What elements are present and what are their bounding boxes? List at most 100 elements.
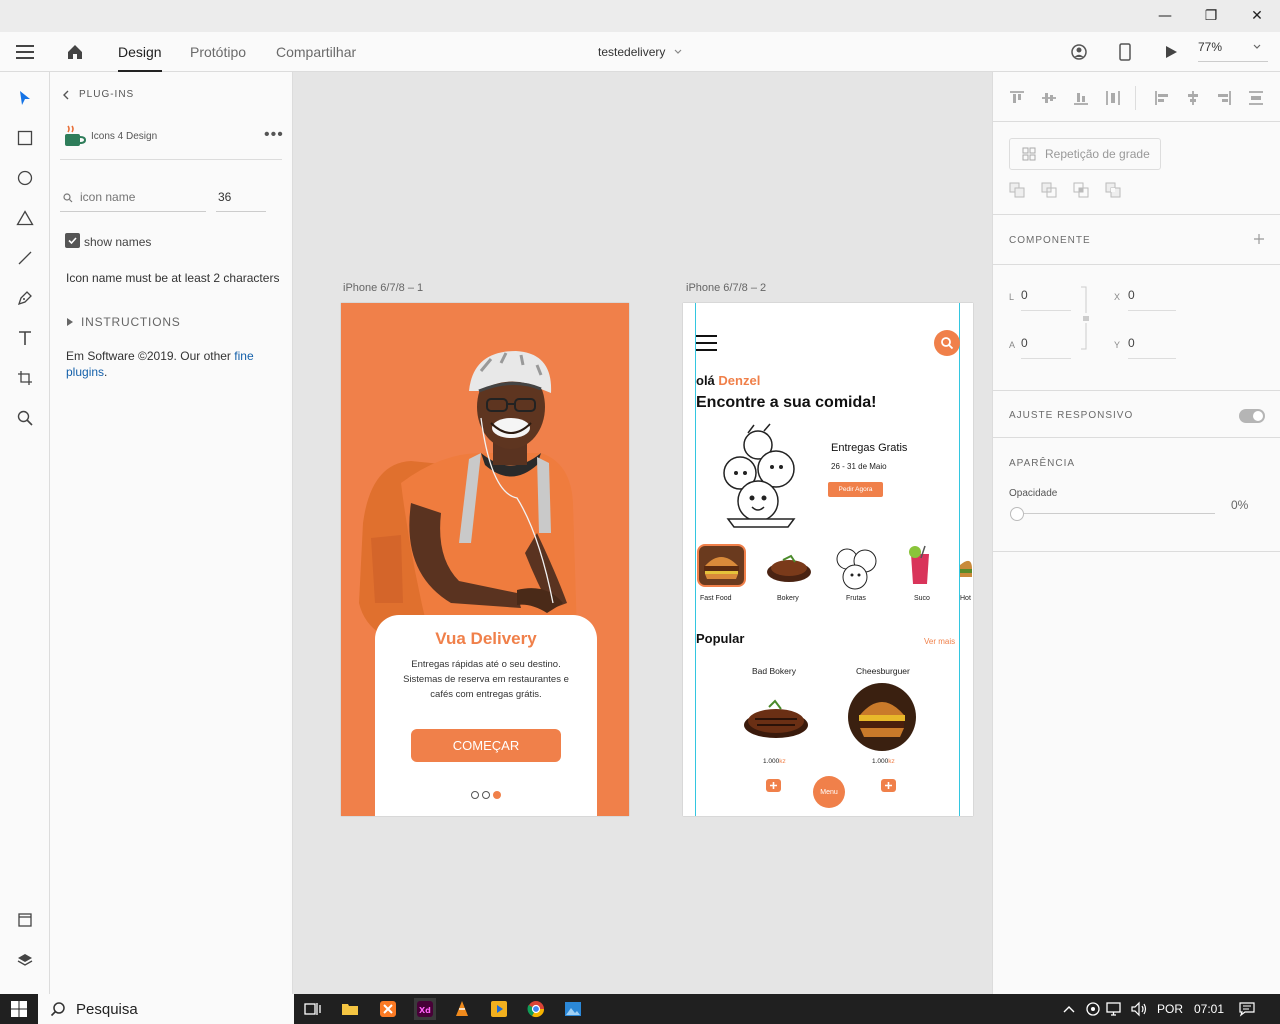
play-button[interactable] bbox=[1163, 44, 1179, 65]
windows-taskbar: Pesquisa Xd POR 07:01 bbox=[0, 994, 1280, 1024]
pen-tool[interactable] bbox=[13, 286, 37, 310]
boolean-subtract-icon[interactable] bbox=[1041, 182, 1057, 198]
hamburger-menu-icon[interactable] bbox=[696, 335, 717, 351]
artboard-2[interactable]: olá Denzel Encontre a sua comida! Entreg… bbox=[683, 303, 973, 816]
category-fast-food-image[interactable] bbox=[697, 544, 746, 587]
lock-aspect-icon[interactable] bbox=[1081, 283, 1091, 353]
taskbar-app-explorer[interactable] bbox=[339, 998, 361, 1020]
see-more-link[interactable]: Ver mais bbox=[924, 637, 955, 646]
more-options-icon[interactable]: ••• bbox=[264, 127, 284, 143]
start-button[interactable] bbox=[8, 998, 30, 1020]
opacity-slider-track[interactable] bbox=[1021, 513, 1215, 514]
distribute-horizontal-icon[interactable] bbox=[1248, 90, 1264, 106]
show-names-checkbox[interactable] bbox=[65, 233, 80, 248]
task-view-button[interactable] bbox=[301, 998, 323, 1020]
instructions-toggle[interactable]: INSTRUCTIONS bbox=[66, 315, 181, 329]
icon-search-input[interactable] bbox=[80, 190, 200, 204]
width-field[interactable]: 0 bbox=[1021, 287, 1071, 311]
popular-item-image-burger[interactable] bbox=[848, 683, 916, 751]
artboard-1-label[interactable]: iPhone 6/7/8 – 1 bbox=[343, 282, 423, 294]
taskbar-app-vlc[interactable] bbox=[451, 998, 473, 1020]
align-center-icon[interactable] bbox=[1185, 90, 1201, 106]
taskbar-search-box[interactable]: Pesquisa bbox=[38, 994, 294, 1024]
close-button[interactable]: ✕ bbox=[1234, 0, 1280, 32]
device-preview-button[interactable] bbox=[1118, 43, 1132, 66]
tray-network[interactable] bbox=[1104, 998, 1126, 1020]
align-left-icon[interactable] bbox=[1154, 90, 1170, 106]
taskbar-app-xd[interactable]: Xd bbox=[414, 998, 436, 1020]
zoom-select[interactable]: 77% bbox=[1198, 32, 1268, 62]
boolean-exclude-icon[interactable] bbox=[1105, 182, 1121, 198]
play-icon bbox=[1166, 46, 1177, 58]
opacity-value[interactable]: 0% bbox=[1231, 498, 1248, 512]
align-bottom-icon[interactable] bbox=[1073, 90, 1089, 106]
repeat-grid-button[interactable]: Repetição de grade bbox=[1009, 138, 1161, 170]
layers-panel-button[interactable] bbox=[13, 948, 37, 972]
price-currency: kz bbox=[779, 758, 786, 765]
select-tool[interactable] bbox=[13, 86, 37, 110]
input-language[interactable]: POR bbox=[1157, 1002, 1183, 1016]
opacity-slider-thumb[interactable] bbox=[1010, 507, 1024, 521]
align-right-icon[interactable] bbox=[1216, 90, 1232, 106]
add-to-cart-button[interactable] bbox=[766, 779, 781, 792]
line-tool[interactable] bbox=[13, 246, 37, 270]
minimize-button[interactable]: — bbox=[1142, 0, 1188, 32]
height-label: A bbox=[1009, 340, 1016, 350]
zoom-tool[interactable] bbox=[13, 406, 37, 430]
align-toolbar bbox=[993, 72, 1280, 122]
align-middle-icon[interactable] bbox=[1041, 90, 1057, 106]
popular-item-image-steak[interactable] bbox=[741, 693, 811, 743]
icon-size-field[interactable]: 36 bbox=[216, 186, 266, 212]
tab-share[interactable]: Compartilhar bbox=[276, 32, 356, 72]
polygon-tool[interactable] bbox=[13, 206, 37, 230]
distribute-vertical-icon[interactable] bbox=[1105, 90, 1121, 106]
add-component-icon[interactable] bbox=[1253, 233, 1265, 245]
responsive-toggle[interactable] bbox=[1239, 409, 1265, 423]
greeting: olá Denzel bbox=[696, 373, 760, 388]
tray-meet-now[interactable] bbox=[1082, 998, 1104, 1020]
align-top-icon[interactable] bbox=[1009, 90, 1025, 106]
document-title[interactable]: testedelivery bbox=[598, 32, 683, 72]
share-user-button[interactable] bbox=[1070, 43, 1088, 66]
clock[interactable]: 07:01 bbox=[1194, 1002, 1224, 1016]
page-dot[interactable] bbox=[471, 791, 479, 799]
artboard-2-label[interactable]: iPhone 6/7/8 – 2 bbox=[686, 282, 766, 294]
category-bakery-image[interactable] bbox=[765, 546, 813, 586]
taskbar-app-xampp[interactable] bbox=[377, 998, 399, 1020]
rectangle-tool[interactable] bbox=[13, 126, 37, 150]
search-button[interactable] bbox=[934, 330, 960, 356]
taskbar-app-photos[interactable] bbox=[562, 998, 584, 1020]
artboard-1[interactable]: Vua Delivery Entregas rápidas até o seu … bbox=[341, 303, 629, 816]
category-juice-image[interactable] bbox=[905, 544, 935, 588]
tab-prototype[interactable]: Protótipo bbox=[190, 32, 246, 72]
category-hot-image[interactable] bbox=[958, 555, 972, 585]
text-tool[interactable] bbox=[13, 326, 37, 350]
y-field[interactable]: 0 bbox=[1128, 335, 1176, 359]
show-hidden-icons-button[interactable] bbox=[1058, 998, 1080, 1020]
page-dot[interactable] bbox=[482, 791, 490, 799]
taskbar-app-media[interactable] bbox=[488, 998, 510, 1020]
home-button[interactable] bbox=[66, 43, 84, 66]
plugins-back-button[interactable]: PLUG-INS bbox=[62, 89, 134, 100]
height-field[interactable]: 0 bbox=[1021, 335, 1071, 359]
order-now-button[interactable]: Pedir Agora bbox=[828, 482, 883, 497]
page-dot-active[interactable] bbox=[493, 791, 501, 799]
boolean-intersect-icon[interactable] bbox=[1073, 182, 1089, 198]
restore-button[interactable]: ❐ bbox=[1188, 0, 1234, 32]
ellipse-tool[interactable] bbox=[13, 166, 37, 190]
tab-design[interactable]: Design bbox=[118, 32, 162, 72]
start-button[interactable]: COMEÇAR bbox=[411, 729, 561, 762]
hamburger-menu-icon[interactable] bbox=[16, 45, 34, 59]
artboard-tool[interactable] bbox=[13, 366, 37, 390]
assets-panel-button[interactable] bbox=[13, 908, 37, 932]
design-canvas[interactable]: iPhone 6/7/8 – 1 Vua Delivery Entregas r… bbox=[293, 72, 992, 994]
tray-volume[interactable] bbox=[1128, 998, 1150, 1020]
boolean-add-icon[interactable] bbox=[1009, 182, 1025, 198]
x-field[interactable]: 0 bbox=[1128, 287, 1176, 311]
category-fruits-image[interactable] bbox=[831, 543, 881, 591]
icon-search-field[interactable] bbox=[60, 186, 206, 212]
notifications-button[interactable] bbox=[1236, 998, 1258, 1020]
add-to-cart-button[interactable] bbox=[881, 779, 896, 792]
taskbar-app-chrome[interactable] bbox=[525, 998, 547, 1020]
menu-button[interactable]: Menu bbox=[813, 776, 845, 808]
